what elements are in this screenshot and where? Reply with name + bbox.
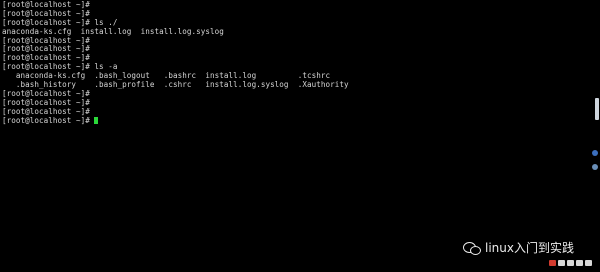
terminal-line: [root@localhost ~]# bbox=[2, 44, 90, 54]
tray-icon[interactable] bbox=[576, 260, 583, 266]
terminal-prompt-line[interactable]: [root@localhost ~]# bbox=[2, 115, 590, 126]
tray-icon[interactable] bbox=[558, 260, 565, 266]
terminal-line: [root@localhost ~]# bbox=[2, 35, 90, 45]
terminal-line: [root@localhost ~]# bbox=[2, 1, 90, 9]
terminal-window: [root@localhost ~]# [root@localhost ~]# … bbox=[0, 0, 600, 272]
scroll-thumb[interactable] bbox=[595, 98, 599, 120]
side-icon bbox=[592, 164, 598, 170]
watermark-text: linux入门到实践 bbox=[485, 241, 574, 255]
scrollbar[interactable] bbox=[592, 0, 600, 272]
terminal-line: [root@localhost ~]# bbox=[2, 97, 90, 107]
watermark: linux入门到实践 bbox=[463, 239, 574, 256]
tray-icon[interactable] bbox=[585, 260, 592, 266]
terminal-line: .bash_history .bash_profile .cshrc insta… bbox=[2, 80, 349, 90]
terminal-line: [root@localhost ~]# bbox=[2, 88, 90, 98]
input-method-icon[interactable] bbox=[549, 260, 556, 266]
terminal-output[interactable]: [root@localhost ~]# [root@localhost ~]# … bbox=[2, 1, 590, 271]
cursor bbox=[94, 116, 99, 124]
tray-icon[interactable] bbox=[567, 260, 574, 266]
terminal-line: anaconda-ks.cfg install.log install.log.… bbox=[2, 26, 224, 36]
system-tray bbox=[549, 260, 592, 266]
terminal-prompt: [root@localhost ~]# bbox=[2, 115, 95, 125]
wechat-icon bbox=[463, 241, 482, 255]
side-icon bbox=[592, 150, 598, 156]
